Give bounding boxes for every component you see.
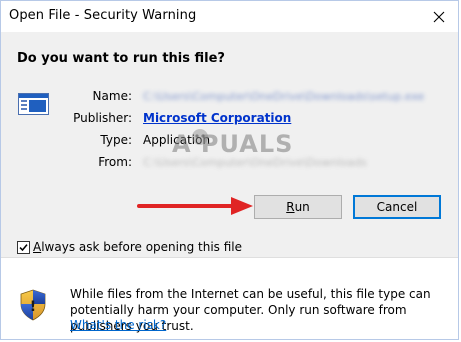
close-icon	[433, 11, 445, 23]
svg-text:!: !	[30, 299, 36, 315]
from-value: C:\Users\Computer\OneDrive\Downloads	[143, 156, 367, 169]
title-bar: Open File - Security Warning	[1, 1, 458, 32]
publisher-label: Publisher:	[73, 111, 132, 125]
type-value: Application	[143, 133, 211, 147]
run-question-heading: Do you want to run this file?	[17, 51, 225, 66]
cancel-button-label: Cancel	[376, 200, 418, 214]
close-button[interactable]	[426, 4, 452, 30]
application-file-icon	[18, 93, 49, 115]
security-warning-dialog: Open File - Security Warning Do you want…	[0, 0, 459, 340]
type-label: Type:	[100, 133, 132, 147]
always-ask-label[interactable]: Always ask before opening this file	[33, 240, 242, 254]
checkmark-icon	[19, 243, 28, 252]
name-label: Name:	[92, 89, 132, 103]
whats-the-risk-link[interactable]: What's the risk?	[70, 318, 166, 332]
footer-panel: ! While files from the Internet can be u…	[1, 258, 458, 339]
window-title: Open File - Security Warning	[9, 8, 197, 23]
always-ask-checkbox[interactable]	[17, 240, 30, 254]
from-label: From:	[98, 155, 132, 169]
run-button[interactable]: Run	[254, 195, 342, 219]
run-button-accesskey: R	[286, 200, 295, 214]
always-ask-label-text: lways ask before opening this file	[41, 240, 242, 254]
run-button-label: un	[294, 200, 310, 214]
security-shield-icon: !	[19, 289, 47, 321]
always-ask-accesskey: A	[33, 240, 42, 254]
dialog-main-panel: Do you want to run this file? Name: C:\U…	[1, 32, 458, 257]
publisher-link[interactable]: Microsoft Corporation	[143, 111, 291, 125]
red-pointer-arrow-icon	[137, 194, 255, 218]
always-ask-option[interactable]: Always ask before opening this file	[17, 239, 242, 255]
name-value: C:\Users\Computer\OneDrive\Downloads\set…	[143, 90, 425, 103]
cancel-button[interactable]: Cancel	[353, 195, 441, 219]
